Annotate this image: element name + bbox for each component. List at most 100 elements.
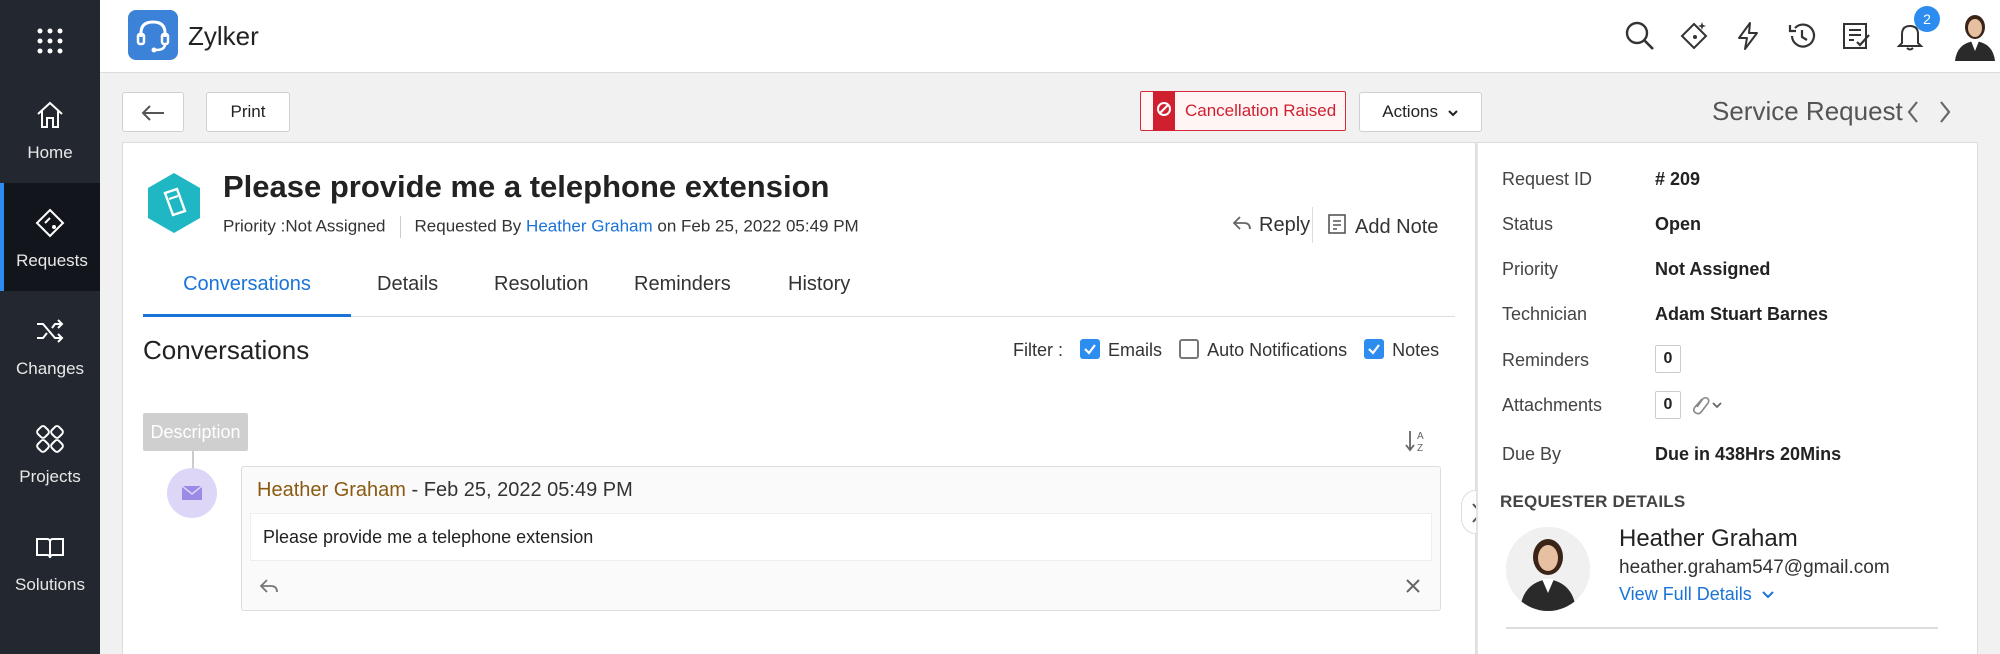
status-label: Status <box>1502 214 1554 234</box>
technician-label: Technician <box>1502 304 1588 324</box>
cancel-flag-icon <box>1153 91 1175 131</box>
view-full-details-label: View Full Details <box>1619 584 1752 604</box>
message-date: - Feb 25, 2022 05:49 PM <box>405 479 633 501</box>
request-title: Please provide me a telephone extension <box>223 169 830 204</box>
previous-request-icon[interactable] <box>1904 98 1922 126</box>
notes-checkbox[interactable] <box>1364 339 1385 359</box>
due-by-value: Due in 438Hrs 20Mins <box>1655 444 1842 464</box>
tab-resolution[interactable]: Resolution <box>494 268 589 317</box>
reminders-label: Reminders <box>1502 350 1590 370</box>
view-full-details-link[interactable]: View Full Details <box>1619 584 1775 605</box>
checklist-icon[interactable] <box>1840 20 1872 52</box>
meta-divider <box>399 216 401 238</box>
email-bubble <box>167 468 217 518</box>
solutions-icon <box>36 538 64 559</box>
conversations-heading: Conversations <box>143 335 310 365</box>
tab-history[interactable]: History <box>788 268 850 317</box>
tab-details[interactable]: Details <box>377 268 438 317</box>
tab-conversations[interactable]: Conversations <box>143 268 351 317</box>
action-divider <box>1312 207 1313 243</box>
nav-item-projects[interactable]: Projects <box>0 399 100 507</box>
back-button[interactable] <box>122 92 184 132</box>
top-bar: Zylker 2 <box>100 0 2000 73</box>
request-meta: Priority :Not Assigned Requested By Heath… <box>223 216 859 238</box>
attachments-label: Attachments <box>1502 395 1603 415</box>
nav-item-requests[interactable]: Requests <box>0 183 100 291</box>
conversation-filter: Filter : Emails Auto Notifications Notes <box>1013 339 1439 361</box>
home-icon <box>37 101 63 128</box>
status-value[interactable]: Open <box>1655 214 1701 235</box>
paperclip-icon[interactable] <box>1689 393 1723 417</box>
projects-icon <box>36 425 64 453</box>
requester-link[interactable]: Heather Graham <box>526 216 653 235</box>
requester-details-heading: REQUESTER DETAILS <box>1500 492 1686 511</box>
request-id-label: Request ID <box>1502 169 1593 189</box>
lightning-icon[interactable] <box>1732 20 1764 52</box>
request-tabs: Conversations Details Resolution Reminde… <box>143 268 1455 317</box>
actions-dropdown[interactable]: Actions <box>1359 92 1482 132</box>
note-icon <box>1328 214 1346 234</box>
request-detail-panel: Please provide me a telephone extension … <box>122 142 1476 654</box>
brand-logo[interactable] <box>128 10 178 60</box>
message-author[interactable]: Heather Graham <box>257 479 406 501</box>
emails-filter-label: Emails <box>1108 340 1163 360</box>
technician-value[interactable]: Adam Stuart Barnes <box>1655 304 1828 325</box>
brand-name: Zylker <box>188 21 259 51</box>
requester-photo <box>1506 527 1590 611</box>
conversation-message: Heather Graham - Feb 25, 2022 05:49 PM P… <box>241 466 1441 611</box>
request-properties-panel: Request ID # 209 Status Open Priority No… <box>1476 142 1978 654</box>
reply-label: Reply <box>1259 214 1311 236</box>
priority-label: Priority <box>1502 259 1559 279</box>
priority-value[interactable]: Not Assigned <box>1655 259 1770 280</box>
user-avatar[interactable] <box>1953 11 1997 61</box>
cancellation-raised-badge[interactable]: Cancellation Raised <box>1140 91 1346 131</box>
request-date: on Feb 25, 2022 05:49 PM <box>657 216 859 236</box>
ticket-icon <box>148 173 200 233</box>
message-header: Heather Graham - Feb 25, 2022 05:49 PM <box>257 479 633 502</box>
tab-reminders[interactable]: Reminders <box>634 268 731 317</box>
print-button[interactable]: Print <box>206 92 290 132</box>
next-request-icon[interactable] <box>1936 98 1954 126</box>
emails-checkbox[interactable] <box>1080 339 1101 359</box>
message-body: Please provide me a telephone extension <box>250 513 1432 561</box>
nav-item-solutions[interactable]: Solutions <box>0 507 100 615</box>
headset-icon <box>136 20 170 53</box>
add-note-button[interactable]: Add Note <box>1327 213 1438 239</box>
actions-label: Actions <box>1382 102 1438 121</box>
notes-filter-label: Notes <box>1392 340 1440 360</box>
nav-item-changes[interactable]: Changes <box>0 291 100 399</box>
reply-button[interactable]: Reply <box>1231 213 1310 237</box>
priority-text: Priority :Not Assigned <box>223 216 386 236</box>
svg-text:A: A <box>1417 431 1424 442</box>
sort-icon[interactable]: A Z <box>1403 427 1431 455</box>
notification-badge: 2 <box>1914 6 1940 32</box>
due-by-label: Due By <box>1502 444 1562 464</box>
message-reply-icon[interactable] <box>258 575 280 597</box>
cancellation-label: Cancellation Raised <box>1185 101 1337 120</box>
requester-email[interactable]: heather.graham547@gmail.com <box>1619 557 1890 579</box>
left-navigation: Home Requests Changes Projects Solutions <box>0 0 100 654</box>
reminders-count[interactable]: 0 <box>1655 345 1681 373</box>
add-note-label: Add Note <box>1355 216 1439 238</box>
nav-item-home[interactable]: Home <box>0 75 100 183</box>
description-tag[interactable]: Description <box>143 413 248 451</box>
magic-icon[interactable] <box>1678 20 1710 52</box>
nav-label-solutions: Solutions <box>15 575 85 594</box>
chevron-down-icon <box>1448 109 1458 116</box>
close-icon[interactable] <box>1404 577 1422 595</box>
changes-icon <box>37 319 64 343</box>
requester-name: Heather Graham <box>1619 525 1798 552</box>
section-title: Service Request <box>1712 96 1903 126</box>
requests-icon <box>35 208 65 238</box>
auto-notifications-checkbox[interactable] <box>1179 339 1200 359</box>
nav-label-requests: Requests <box>16 251 88 270</box>
auto-notifications-filter-label: Auto Notifications <box>1207 340 1348 360</box>
request-id-value: # 209 <box>1655 169 1701 189</box>
app-grid-icon[interactable] <box>34 25 66 57</box>
history-icon[interactable] <box>1786 20 1818 52</box>
requester-divider <box>1506 627 1938 629</box>
nav-label-home: Home <box>27 143 73 162</box>
attachments-count[interactable]: 0 <box>1655 391 1681 419</box>
search-icon[interactable] <box>1624 20 1656 52</box>
svg-text:Z: Z <box>1417 443 1423 454</box>
